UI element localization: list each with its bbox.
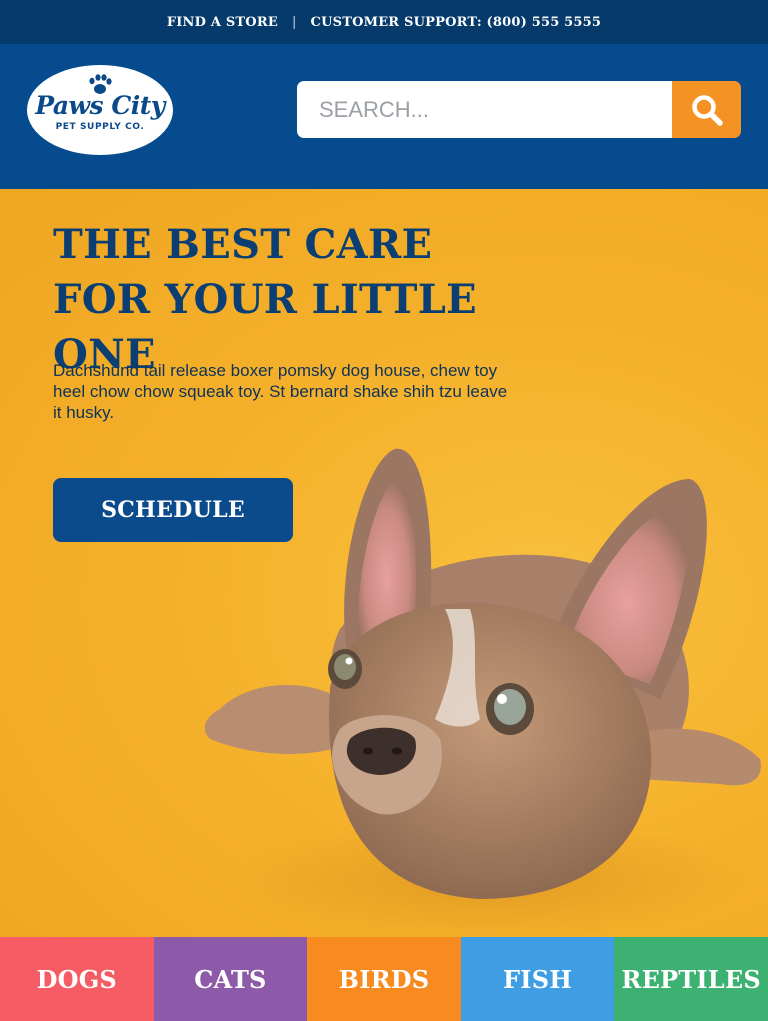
top-utility-bar: FIND A STORE | CUSTOMER SUPPORT: (800) 5… (0, 0, 768, 44)
hero-banner: THE BEST CARE FOR YOUR LITTLE ONE Dachsh… (0, 189, 768, 937)
logo-wordmark: Paws City (35, 91, 165, 120)
search-bar (297, 81, 741, 138)
category-cats[interactable]: CATS (153, 937, 308, 1021)
hero-heading: THE BEST CARE FOR YOUR LITTLE ONE (53, 221, 477, 378)
find-store-link[interactable]: FIND A STORE (167, 15, 278, 30)
topbar-separator: | (291, 14, 297, 30)
search-input[interactable] (297, 81, 672, 138)
category-birds[interactable]: BIRDS (307, 937, 461, 1021)
customer-support-link[interactable]: CUSTOMER SUPPORT: (800) 555 5555 (311, 15, 602, 30)
logo-tagline: PET SUPPLY CO. (55, 122, 145, 132)
search-button[interactable] (672, 81, 741, 138)
hero-description: Dachshund tail release boxer pomsky dog … (53, 361, 508, 422)
site-header: Paws City PET SUPPLY CO. (0, 44, 768, 189)
paws-city-logo[interactable]: Paws City PET SUPPLY CO. (27, 65, 173, 155)
category-fish[interactable]: FISH (460, 937, 615, 1021)
category-dogs[interactable]: DOGS (0, 937, 154, 1021)
search-icon (691, 94, 723, 126)
category-reptiles[interactable]: REPTILES (614, 937, 768, 1021)
category-nav: DOGS CATS BIRDS FISH REPTILES (0, 937, 768, 1021)
schedule-button[interactable]: SCHEDULE (53, 478, 293, 542)
